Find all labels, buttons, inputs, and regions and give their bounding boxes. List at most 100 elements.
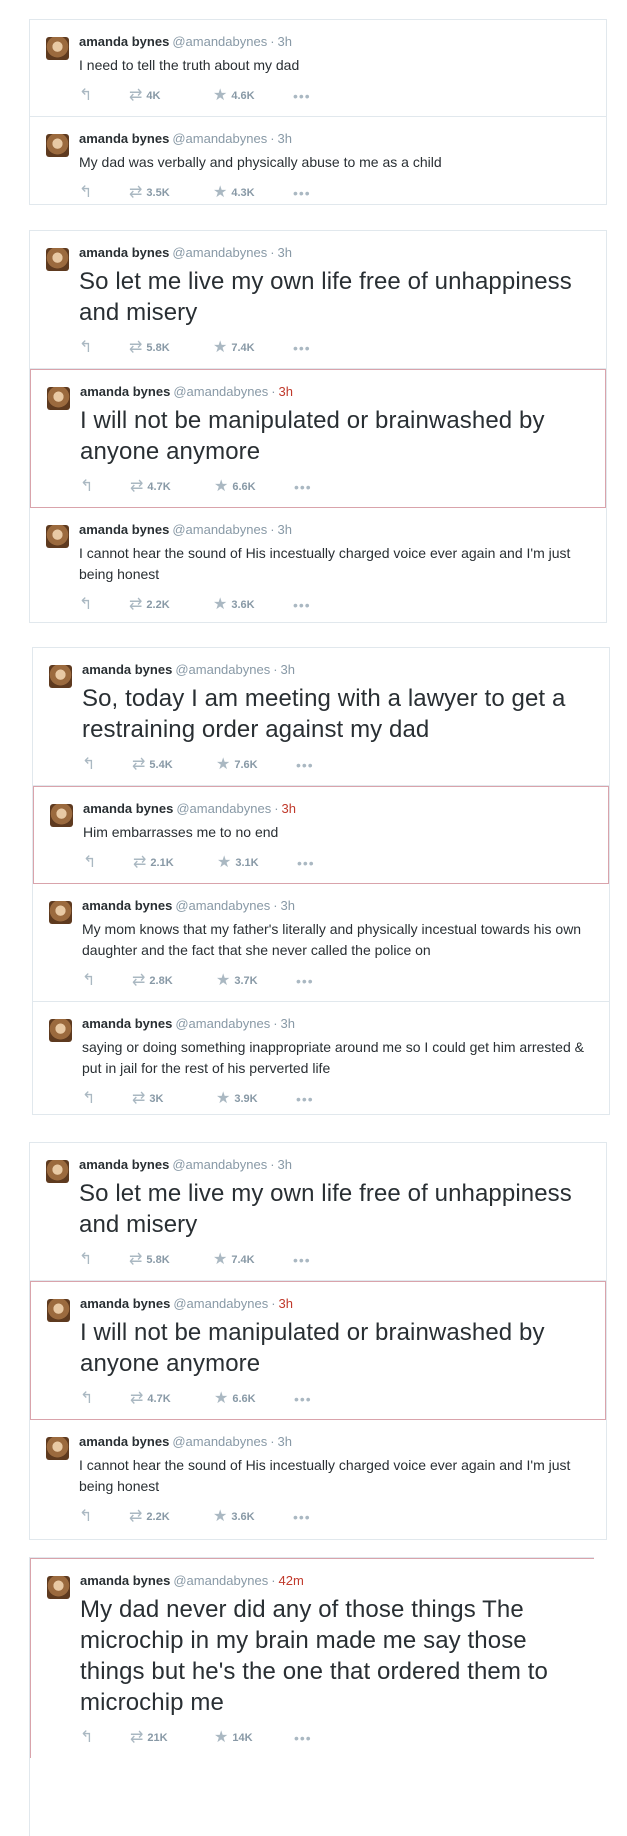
tweet-time[interactable]: 3h [278,245,292,260]
more-button[interactable]: ••• [293,341,315,355]
more-button[interactable]: ••• [293,89,315,103]
user-handle[interactable]: @amandabynes [172,1434,267,1449]
more-button[interactable]: ••• [294,1392,316,1406]
tweet-time[interactable]: 3h [281,1016,295,1031]
tweet-highlighted[interactable]: amanda bynes @amandabynes · 3h I will not b… [30,1281,606,1420]
tweet-time[interactable]: 3h [278,1434,292,1449]
retweet-button[interactable]: ⇄ 21K [130,1730,214,1746]
user-name[interactable]: amanda bynes [79,1157,169,1172]
tweet-time[interactable]: 3h [281,662,295,677]
avatar[interactable] [49,901,72,924]
favorite-button[interactable]: ★ 3.9K [216,1091,296,1107]
avatar[interactable] [46,1160,69,1183]
retweet-button[interactable]: ⇄ 5.8K [129,1252,213,1268]
more-button[interactable]: ••• [294,1731,316,1745]
more-button[interactable]: ••• [296,1092,318,1106]
user-name[interactable]: amanda bynes [80,384,170,399]
tweet[interactable]: amanda bynes @amandabynes · 3h My mom knows… [33,884,609,1002]
user-name[interactable]: amanda bynes [79,1434,169,1449]
tweet[interactable]: amanda bynes @amandabynes · 3h I cannot hea… [30,508,606,625]
tweet-highlighted[interactable]: amanda bynes @amandabynes · 3h Him embarras… [33,786,609,884]
retweet-button[interactable]: ⇄ 4.7K [130,479,214,495]
retweet-button[interactable]: ⇄ 3.5K [129,185,213,201]
user-name[interactable]: amanda bynes [83,801,173,816]
more-button[interactable]: ••• [296,974,318,988]
tweet[interactable]: amanda bynes @amandabynes · 3h So let me li… [30,231,606,369]
avatar[interactable] [49,1019,72,1042]
tweet[interactable]: amanda bynes @amandabynes · 3h I cannot hea… [30,1420,606,1537]
reply-button[interactable]: ↰ [79,597,129,613]
tweet[interactable]: amanda bynes @amandabynes · 3h So let me li… [30,1143,606,1281]
avatar[interactable] [49,665,72,688]
tweet-time[interactable]: 3h [282,801,296,816]
tweet-time[interactable]: 42m [279,1573,304,1588]
user-name[interactable]: amanda bynes [82,662,172,677]
avatar[interactable] [50,804,73,827]
favorite-button[interactable]: ★ 7.4K [213,1252,293,1268]
reply-button[interactable]: ↰ [79,88,129,104]
tweet-highlighted[interactable]: amanda bynes @amandabynes · 42m My dad neve… [30,1558,594,1758]
user-handle[interactable]: @amandabynes [173,384,268,399]
avatar[interactable] [47,1576,70,1599]
retweet-button[interactable]: ⇄ 5.4K [132,757,216,773]
user-handle[interactable]: @amandabynes [172,245,267,260]
more-button[interactable]: ••• [297,856,319,870]
reply-button[interactable]: ↰ [79,340,129,356]
favorite-button[interactable]: ★ 4.3K [213,185,293,201]
tweet-highlighted[interactable]: amanda bynes @amandabynes · 3h I will not b… [30,369,606,508]
more-button[interactable]: ••• [294,480,316,494]
reply-button[interactable]: ↰ [79,185,129,201]
tweet-time[interactable]: 3h [278,1157,292,1172]
avatar[interactable] [46,1437,69,1460]
reply-button[interactable]: ↰ [79,1509,129,1525]
user-handle[interactable]: @amandabynes [175,662,270,677]
reply-button[interactable]: ↰ [80,1391,130,1407]
favorite-button[interactable]: ★ 3.1K [217,855,297,871]
user-handle[interactable]: @amandabynes [176,801,271,816]
tweet-time[interactable]: 3h [278,522,292,537]
user-handle[interactable]: @amandabynes [172,1157,267,1172]
reply-button[interactable]: ↰ [82,973,132,989]
tweet-time[interactable]: 3h [278,131,292,146]
tweet-time[interactable]: 3h [279,1296,293,1311]
more-button[interactable]: ••• [293,1510,315,1524]
reply-button[interactable]: ↰ [82,1091,132,1107]
user-name[interactable]: amanda bynes [79,34,169,49]
reply-button[interactable]: ↰ [80,479,130,495]
user-name[interactable]: amanda bynes [79,245,169,260]
reply-button[interactable]: ↰ [82,757,132,773]
more-button[interactable]: ••• [293,1253,315,1267]
retweet-button[interactable]: ⇄ 2.1K [133,855,217,871]
retweet-button[interactable]: ⇄ 4.7K [130,1391,214,1407]
avatar[interactable] [47,387,70,410]
avatar[interactable] [46,37,69,60]
reply-button[interactable]: ↰ [79,1252,129,1268]
tweet[interactable]: amanda bynes @amandabynes · 3h My dad was v… [30,117,606,213]
more-button[interactable]: ••• [293,186,315,200]
tweet[interactable]: amanda bynes @amandabynes · 3h I need to te… [30,20,606,117]
user-handle[interactable]: @amandabynes [175,898,270,913]
tweet-time[interactable]: 3h [279,384,293,399]
avatar[interactable] [46,134,69,157]
favorite-button[interactable]: ★ 3.6K [213,1509,293,1525]
user-handle[interactable]: @amandabynes [173,1296,268,1311]
retweet-button[interactable]: ⇄ 2.8K [132,973,216,989]
tweet[interactable]: amanda bynes @amandabynes · 3h So, today I … [33,648,609,786]
favorite-button[interactable]: ★ 6.6K [214,479,294,495]
user-handle[interactable]: @amandabynes [172,34,267,49]
retweet-button[interactable]: ⇄ 5.8K [129,340,213,356]
favorite-button[interactable]: ★ 3.7K [216,973,296,989]
favorite-button[interactable]: ★ 7.4K [213,340,293,356]
tweet[interactable]: amanda bynes @amandabynes · 3h saying or do… [33,1002,609,1119]
more-button[interactable]: ••• [296,758,318,772]
user-name[interactable]: amanda bynes [82,1016,172,1031]
avatar[interactable] [46,248,69,271]
user-handle[interactable]: @amandabynes [173,1573,268,1588]
user-name[interactable]: amanda bynes [80,1573,170,1588]
user-handle[interactable]: @amandabynes [175,1016,270,1031]
tweet-time[interactable]: 3h [281,898,295,913]
retweet-button[interactable]: ⇄ 2.2K [129,597,213,613]
favorite-button[interactable]: ★ 7.6K [216,757,296,773]
more-button[interactable]: ••• [293,598,315,612]
retweet-button[interactable]: ⇄ 4K [129,88,213,104]
